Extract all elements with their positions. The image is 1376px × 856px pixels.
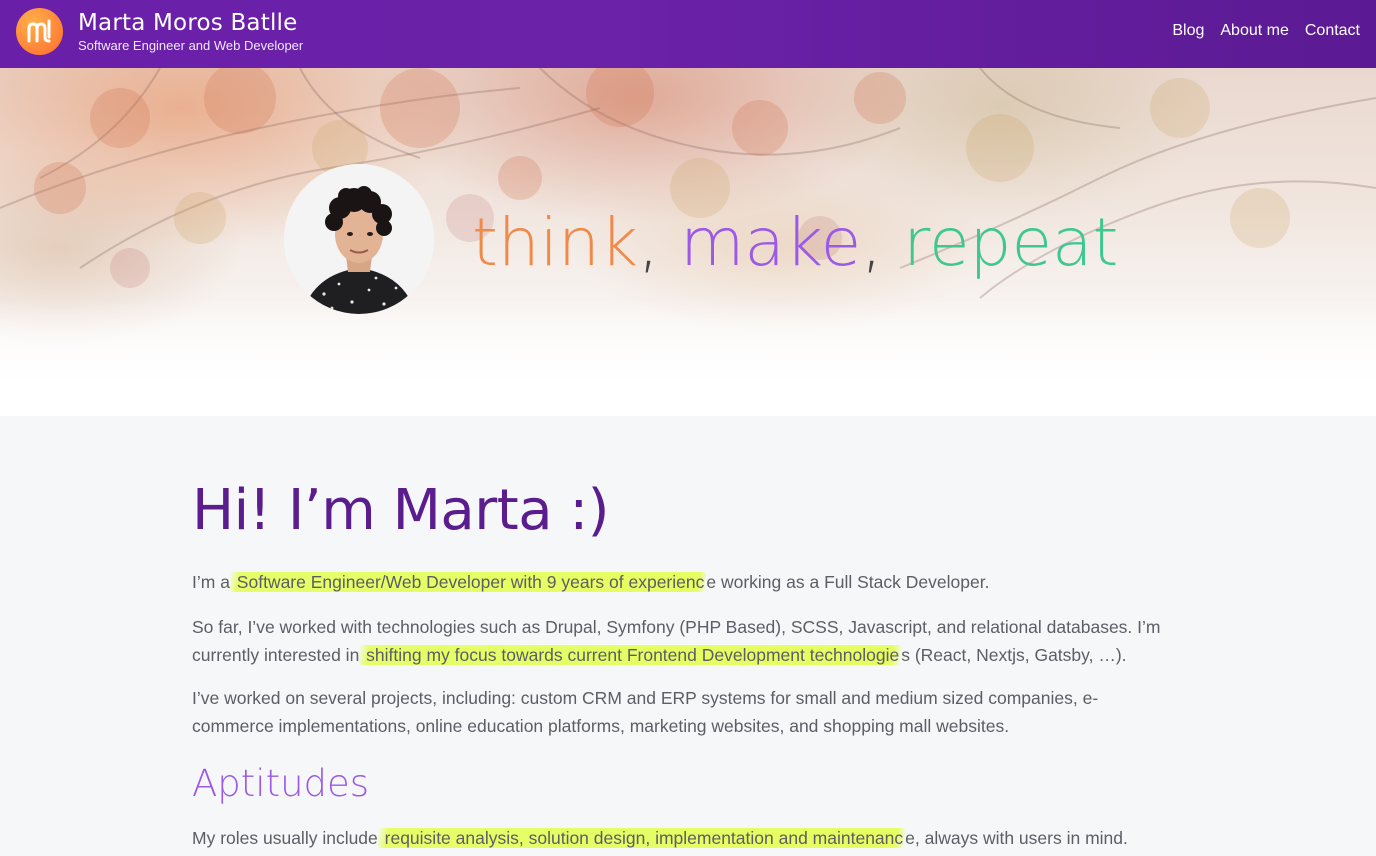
projects-paragraph: I’ve worked on several projects, includi… [192,688,1099,736]
main-content: Hi! I’m Marta :) I’m a Software Engineer… [0,416,1376,856]
site-subtitle: Software Engineer and Web Developer [78,38,304,53]
highlight-frontend: shifting my focus towards current Fronte… [359,645,902,665]
roles-text: My roles usually include [192,828,378,848]
intro-paragraph: I’m a Software Engineer/Web Developer wi… [192,568,1172,596]
main-nav: Blog About me Contact [1172,22,1360,40]
site-header: Marta Moros Batlle Software Engineer and… [0,0,1376,68]
slogan-make: make [680,204,862,281]
technologies-paragraph: So far, I’ve worked with technologies su… [192,613,1172,669]
hero-slogan: think, make, repeat [472,204,1118,281]
nav-link-blog[interactable]: Blog [1172,22,1204,40]
hero-banner: think, make, repeat [0,68,1376,416]
intro-text: I’m a [192,572,230,592]
slogan-separator: , [638,204,681,281]
roles-paragraph: My roles usually include requisite analy… [192,824,1172,852]
slogan-separator: , [861,204,904,281]
highlight-roles: requisite analysis, solution design, imp… [377,828,906,848]
page-heading: Hi! I’m Marta :) [192,478,610,543]
profile-avatar [284,164,434,314]
profile-photo [284,164,434,314]
slogan-repeat: repeat [903,204,1119,281]
slogan-think: think [472,204,639,281]
roles-text-end: e, always with users in mind. [905,828,1128,848]
logo-icon[interactable] [16,8,63,55]
nav-link-contact[interactable]: Contact [1305,22,1360,40]
ml-monogram-icon [27,19,50,42]
site-title[interactable]: Marta Moros Batlle [78,10,297,36]
nav-link-about[interactable]: About me [1220,22,1288,40]
intro-text-end: e working as a Full Stack Developer. [706,572,990,592]
aptitudes-heading: Aptitudes [192,762,370,805]
hero-fade [0,298,1376,416]
highlight-experience: Software Engineer/Web Developer with 9 y… [229,572,707,592]
technologies-text-end: s (React, Nextjs, Gatsby, …). [901,645,1127,665]
